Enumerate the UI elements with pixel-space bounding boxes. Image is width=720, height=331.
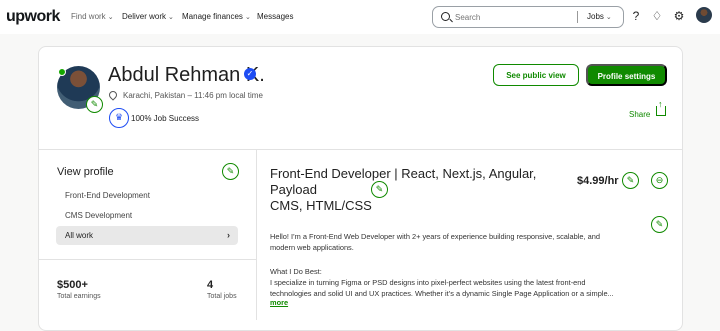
edit-profile-icon[interactable]: ✎ [222,163,239,180]
online-status-icon [58,68,66,76]
total-earnings-label: Total earnings [57,293,101,300]
edit-headline-icon[interactable]: ✎ [371,181,388,198]
sidebar-divider [39,259,256,260]
upwork-logo[interactable]: upwork [6,8,60,26]
vertical-divider [256,150,257,320]
top-navigation-bar: upwork Find work ⌄ Deliver work ⌄ Manage f… [0,0,720,34]
overview-section-title: What I Do Best: [270,267,322,276]
sidebar-item-all-work[interactable]: All work › [56,226,238,245]
job-success-icon: ♛ [109,108,129,128]
overview-section-line: technologies and solid UI and UX practic… [270,289,614,298]
nav-manage-finances[interactable]: Manage finances ⌄ [182,12,251,21]
share-link[interactable]: Share [629,110,650,119]
edit-rate-icon[interactable]: ✎ [622,172,639,189]
share-icon[interactable] [656,99,666,116]
overview-section-line: I specialize in turning Figma or PSD des… [270,278,586,287]
help-icon[interactable]: ? [630,9,642,23]
search-icon [441,12,450,21]
headline-line: CMS, HTML/CSS [270,198,372,213]
total-jobs-label: Total jobs [207,293,237,300]
overview-intro-line: modern web applications. [270,243,354,252]
total-jobs-value: 4 [207,279,214,291]
chevron-down-icon: ⌄ [168,14,174,21]
view-profile-heading: View profile [57,166,114,178]
sidebar-item-front-end-development[interactable]: Front-End Development [65,191,150,200]
link-icon[interactable]: ⊖ [651,172,668,189]
profile-name: Abdul Rehman K. [108,64,265,86]
location-text: Karachi, Pakistan – 11:46 pm local time [123,91,263,100]
search-input[interactable] [455,11,595,23]
notifications-icon[interactable]: ♢ [651,9,663,23]
search-divider [577,11,578,23]
verified-icon: ✓ [244,68,256,80]
sidebar-item-label: All work [65,231,94,240]
chevron-down-icon: ⌄ [107,14,114,21]
chevron-down-icon: ⌄ [244,14,251,21]
profile-settings-button[interactable]: Profile settings [586,64,667,86]
sidebar-item-cms-development[interactable]: CMS Development [65,211,132,220]
horizontal-divider [38,149,683,150]
search-scope-select[interactable]: Jobs ⌄ [587,12,612,21]
profile-headline: Front-End Developer | React, Next.js, An… [270,166,570,214]
overview-intro-line: Hello! I’m a Front-End Web Developer wit… [270,232,600,241]
job-success-text: 100% Job Success [131,114,200,123]
nav-deliver-work[interactable]: Deliver work ⌄ [122,12,174,21]
settings-icon[interactable]: ⚙ [673,9,685,23]
chevron-right-icon: › [227,230,230,240]
nav-messages[interactable]: Messages [257,12,293,21]
nav-find-work[interactable]: Find work ⌄ [71,12,114,21]
hourly-rate: $4.99/hr [577,175,619,187]
user-avatar-icon[interactable] [696,7,712,23]
see-public-view-button[interactable]: See public view [493,64,579,86]
edit-photo-icon[interactable]: ✎ [86,96,103,113]
chevron-down-icon: ⌄ [605,14,612,21]
more-link[interactable]: more [270,298,288,307]
total-earnings-value: $500+ [57,279,88,291]
headline-line: Front-End Developer | React, Next.js, An… [270,166,537,197]
